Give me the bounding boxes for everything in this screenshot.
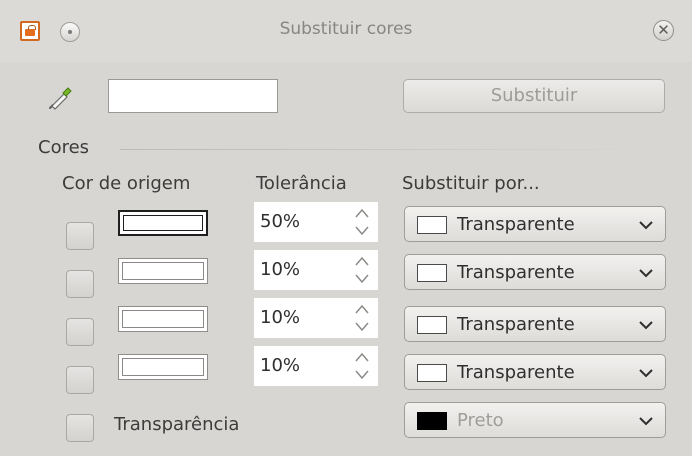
row-1-source-color[interactable] <box>118 210 208 236</box>
row-4-replace-with-dropdown[interactable]: Transparente <box>404 354 666 390</box>
replace-button[interactable]: Substituir <box>403 79 665 113</box>
row-1-checkbox[interactable] <box>66 222 94 250</box>
color-swatch-icon <box>417 316 447 334</box>
row-2-source-color[interactable] <box>118 258 208 284</box>
stepper-arrows-icon[interactable] <box>354 349 370 383</box>
row-1-tolerance-stepper[interactable]: 50% <box>254 202 378 242</box>
color-swatch-icon <box>417 216 447 234</box>
replace-button-label: Substituir <box>490 85 578 106</box>
transparency-color-dropdown[interactable]: Preto <box>404 402 666 438</box>
window-title: Substituir cores <box>279 19 413 39</box>
row-3-tolerance-stepper[interactable]: 10% <box>254 298 378 338</box>
stepper-arrows-icon[interactable] <box>354 205 370 239</box>
transparency-checkbox[interactable] <box>66 414 94 442</box>
row-4-tolerance-stepper[interactable]: 10% <box>254 346 378 386</box>
chevron-down-icon <box>639 321 653 330</box>
section-title: Cores <box>38 137 90 158</box>
stepper-arrows-icon[interactable] <box>354 301 370 335</box>
chevron-down-icon <box>639 269 653 278</box>
row-1-tolerance-value: 50% <box>260 211 301 232</box>
picked-color-box <box>108 79 278 113</box>
chevron-down-icon <box>639 369 653 378</box>
color-swatch-icon <box>417 412 447 430</box>
row-3-replace-with-dropdown[interactable]: Transparente <box>404 306 666 342</box>
color-swatch-icon <box>417 264 447 282</box>
color-swatch-icon <box>417 364 447 382</box>
row-4-tolerance-value: 10% <box>260 355 301 376</box>
header-source-color: Cor de origem <box>62 173 191 194</box>
row-3-source-color[interactable] <box>118 306 208 332</box>
row-2-checkbox[interactable] <box>66 270 94 298</box>
chevron-down-icon <box>639 221 653 230</box>
title-bar: Substituir cores ✕ <box>0 0 692 62</box>
section-divider <box>120 149 660 150</box>
row-3-checkbox[interactable] <box>66 318 94 346</box>
row-2-replace-with-label: Transparente <box>457 262 575 283</box>
row-2-tolerance-value: 10% <box>260 259 301 280</box>
row-1-replace-with-label: Transparente <box>457 214 575 235</box>
row-4-replace-with-label: Transparente <box>457 362 575 383</box>
close-button[interactable]: ✕ <box>653 20 674 41</box>
row-4-checkbox[interactable] <box>66 366 94 394</box>
close-icon: ✕ <box>657 21 670 39</box>
header-tolerance: Tolerância <box>256 173 347 194</box>
row-1-replace-with-dropdown[interactable]: Transparente <box>404 206 666 242</box>
row-3-replace-with-label: Transparente <box>457 314 575 335</box>
transparency-color-label: Preto <box>457 410 504 431</box>
row-3-tolerance-value: 10% <box>260 307 301 328</box>
pipette-icon[interactable] <box>45 82 75 112</box>
chevron-down-icon <box>639 417 653 426</box>
header-replace-with: Substituir por... <box>402 173 540 194</box>
row-2-tolerance-stepper[interactable]: 10% <box>254 250 378 290</box>
transparency-label: Transparência <box>114 414 240 435</box>
row-4-source-color[interactable] <box>118 354 208 380</box>
row-2-replace-with-dropdown[interactable]: Transparente <box>404 254 666 290</box>
stepper-arrows-icon[interactable] <box>354 253 370 287</box>
